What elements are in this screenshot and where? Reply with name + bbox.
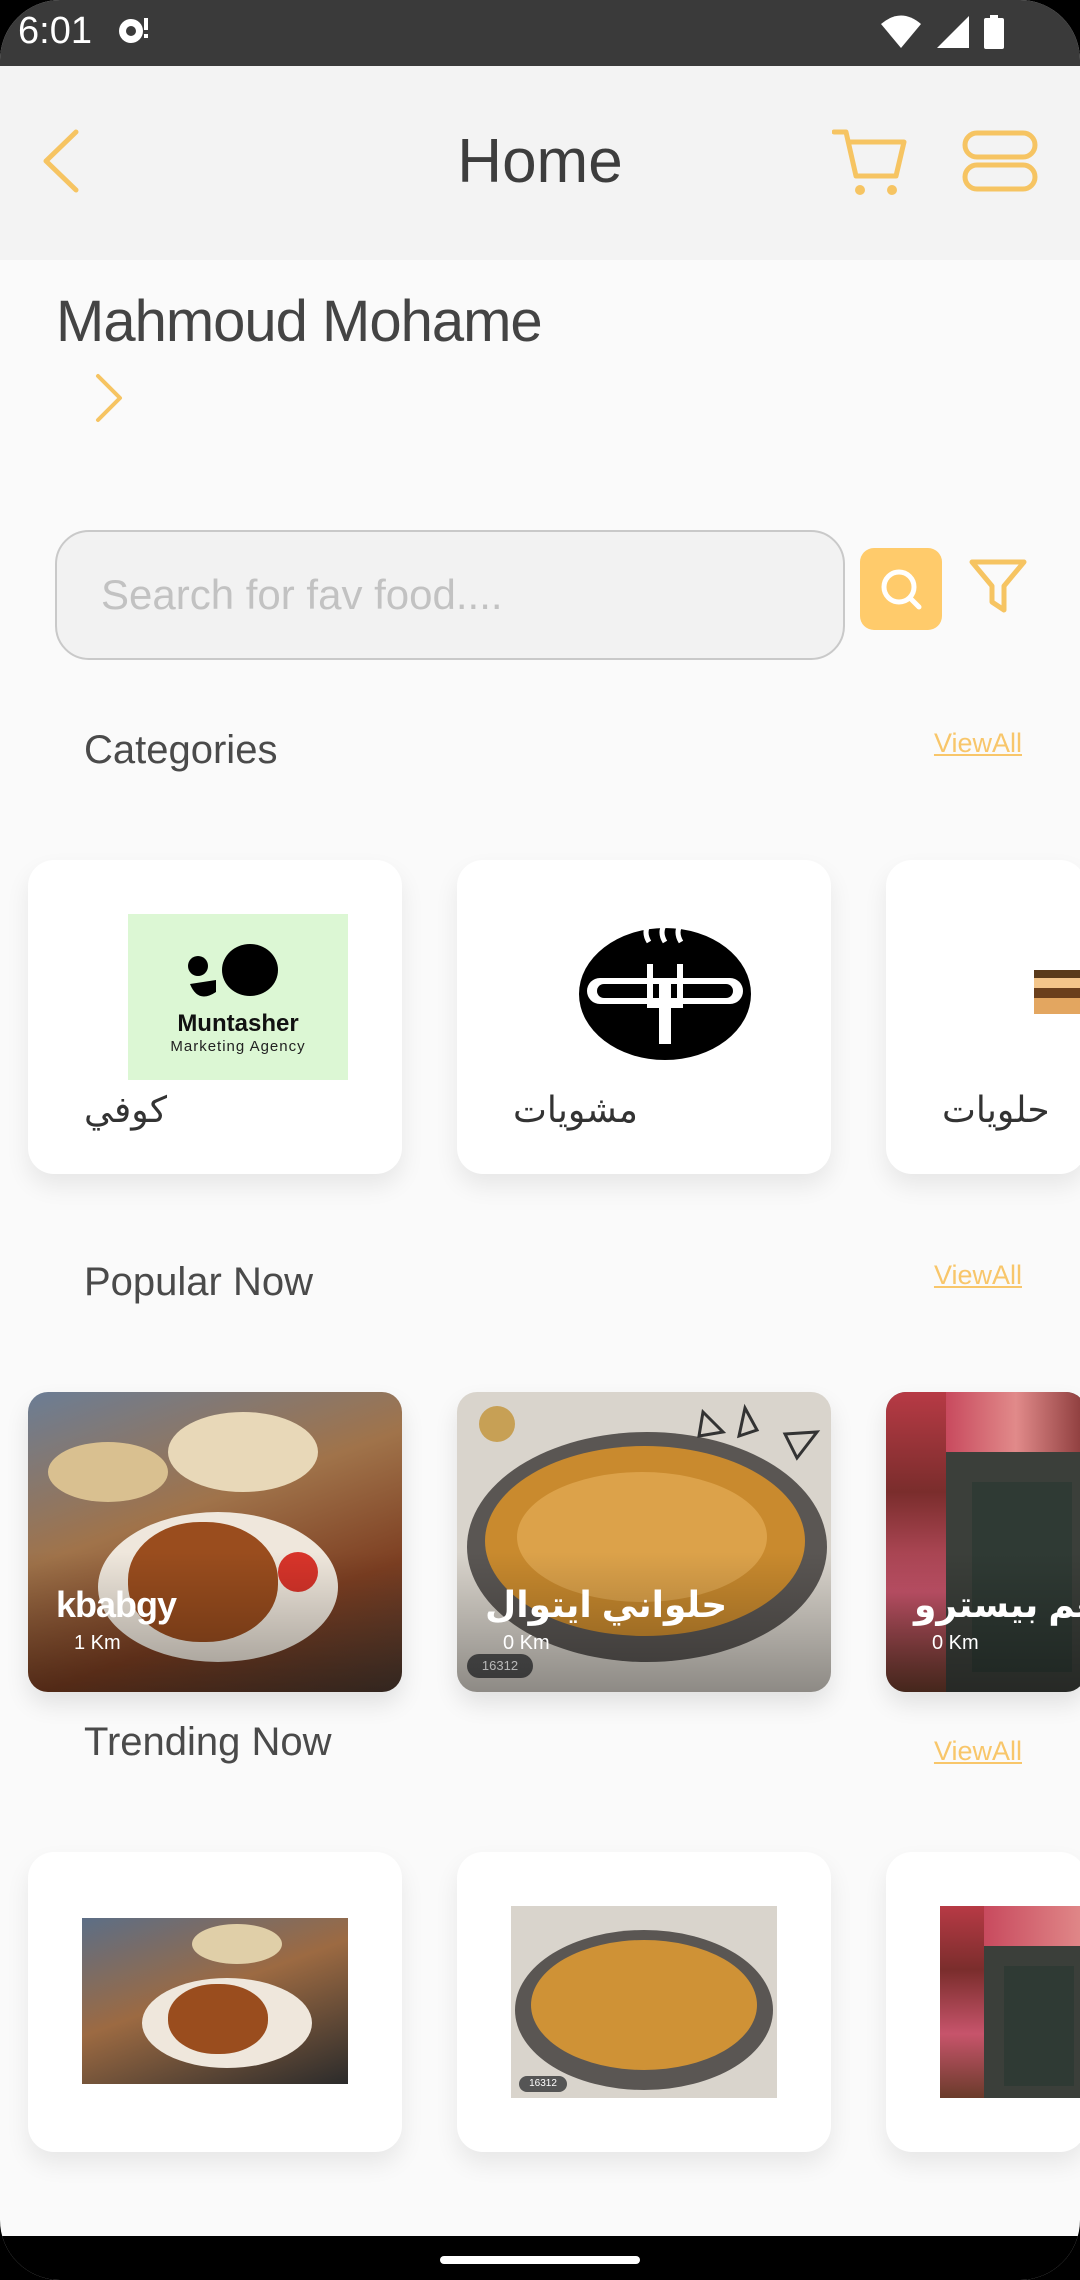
category-card-grills[interactable]: مشويات (457, 860, 831, 1174)
category-label: كوفي (84, 1090, 167, 1131)
restaurant-name: مطعم بيسترو (914, 1584, 1080, 1625)
categories-view-all-link[interactable]: ViewAll (934, 728, 1022, 759)
trending-title: Trending Now (84, 1720, 332, 1764)
category-label: حلويات (942, 1090, 1050, 1131)
muntasher-logo-icon (188, 944, 278, 997)
battery-icon (984, 15, 1004, 49)
chevron-right-icon[interactable] (92, 372, 126, 424)
search-button[interactable] (860, 548, 942, 630)
trending-card-2[interactable]: 16312 (457, 1852, 831, 2152)
category-logo-muntasher: Muntasher Marketing Agency (128, 914, 348, 1080)
status-time: 6:01 (18, 10, 92, 52)
trending-photo-storefront (940, 1906, 1080, 2098)
grill-sausage-icon (579, 924, 751, 1060)
popular-card-bistro[interactable]: مطعم بيسترو 0 Km (886, 1392, 1080, 1692)
trending-view-all-link[interactable]: ViewAll (934, 1736, 1022, 1767)
category-label: مشويات (513, 1090, 638, 1131)
restaurant-distance: 1 Km (74, 1632, 121, 1654)
phone-badge: 16312 (519, 2076, 567, 2092)
user-name: Mahmoud Mohame (56, 289, 543, 354)
trending-photo-chicken (82, 1918, 348, 2084)
trending-card-1[interactable] (28, 1852, 402, 2152)
system-icons (880, 14, 1004, 50)
filter-icon[interactable] (968, 556, 1028, 618)
status-bar: 6:01 (0, 0, 1080, 66)
popular-view-all-link[interactable]: ViewAll (934, 1260, 1022, 1291)
cake-slice-image (1034, 970, 1080, 1014)
popular-card-kbabgy[interactable]: kbabgy 1 Km (28, 1392, 402, 1692)
home-screen: 6:01 Home Mahmoud Mohame Search for fav … (0, 0, 1080, 2280)
logo-line-1: Muntasher (177, 1010, 299, 1037)
app-bar: Home (0, 66, 1080, 260)
triangle-doodles-icon (697, 1403, 821, 1461)
restaurant-distance: 0 Km (932, 1632, 979, 1654)
search-icon (881, 569, 922, 610)
category-card-coffee[interactable]: Muntasher Marketing Agency كوفي (28, 860, 402, 1174)
signal-icon (937, 16, 969, 48)
wifi-icon (881, 15, 921, 48)
restaurant-name: kbabgy (56, 1584, 177, 1625)
search-input[interactable] (55, 530, 845, 660)
category-card-sweets[interactable]: حلويات (886, 860, 1080, 1174)
trending-photo-kunafa: 16312 (511, 1906, 777, 2098)
home-gesture-handle[interactable] (440, 2256, 640, 2264)
cart-icon[interactable] (832, 124, 908, 198)
restaurant-distance: 0 Km (503, 1632, 550, 1654)
menu-icon[interactable] (962, 130, 1038, 192)
popular-title: Popular Now (84, 1260, 314, 1304)
restaurant-name: حلواني ايتوال (485, 1584, 728, 1625)
categories-title: Categories (84, 728, 278, 772)
notification-icon (119, 18, 148, 43)
logo-line-2: Marketing Agency (170, 1038, 306, 1055)
page-title: Home (457, 127, 623, 196)
trending-card-3[interactable] (886, 1852, 1080, 2152)
popular-card-etoile[interactable]: 16312 حلواني ايتوال 0 Km (457, 1392, 831, 1692)
